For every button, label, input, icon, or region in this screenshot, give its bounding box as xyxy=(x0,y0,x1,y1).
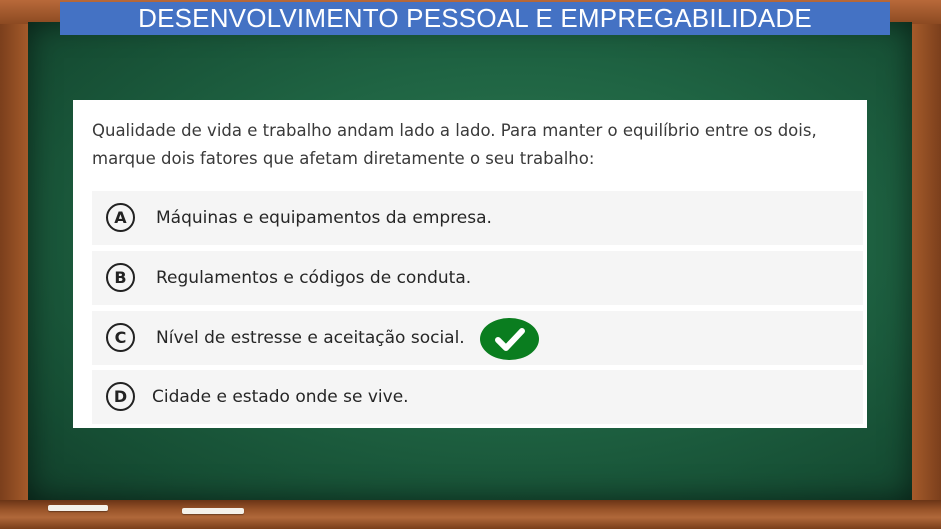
option-letter-badge: B xyxy=(106,263,135,292)
question-card: Qualidade de vida e trabalho andam lado … xyxy=(73,100,867,428)
chalk-piece xyxy=(48,505,108,511)
option-label: Máquinas e equipamentos da empresa. xyxy=(156,208,492,228)
option-label: Nível de estresse e aceitação social. xyxy=(156,328,465,348)
option-b[interactable]: B Regulamentos e códigos de conduta. xyxy=(92,251,863,305)
option-letter-badge: D xyxy=(106,382,135,411)
option-label: Cidade e estado onde se vive. xyxy=(152,387,409,407)
option-c[interactable]: C Nível de estresse e aceitação social. xyxy=(92,311,863,365)
chalk-ledge xyxy=(0,500,941,529)
option-d[interactable]: D Cidade e estado onde se vive. xyxy=(92,370,863,424)
page-title: DESENVOLVIMENTO PESSOAL E EMPREGABILIDAD… xyxy=(60,2,890,35)
option-label: Regulamentos e códigos de conduta. xyxy=(156,268,472,288)
question-text: Qualidade de vida e trabalho andam lado … xyxy=(92,117,832,173)
checkmark-badge-icon xyxy=(480,318,539,360)
question-line: Qualidade de vida e trabalho andam lado … xyxy=(92,121,817,140)
option-a[interactable]: A Máquinas e equipamentos da empresa. xyxy=(92,191,863,245)
option-letter-badge: C xyxy=(106,323,135,352)
option-letter-badge: A xyxy=(106,203,135,232)
chalk-piece xyxy=(182,508,244,514)
question-line: marque dois fatores que afetam diretamen… xyxy=(92,149,595,168)
